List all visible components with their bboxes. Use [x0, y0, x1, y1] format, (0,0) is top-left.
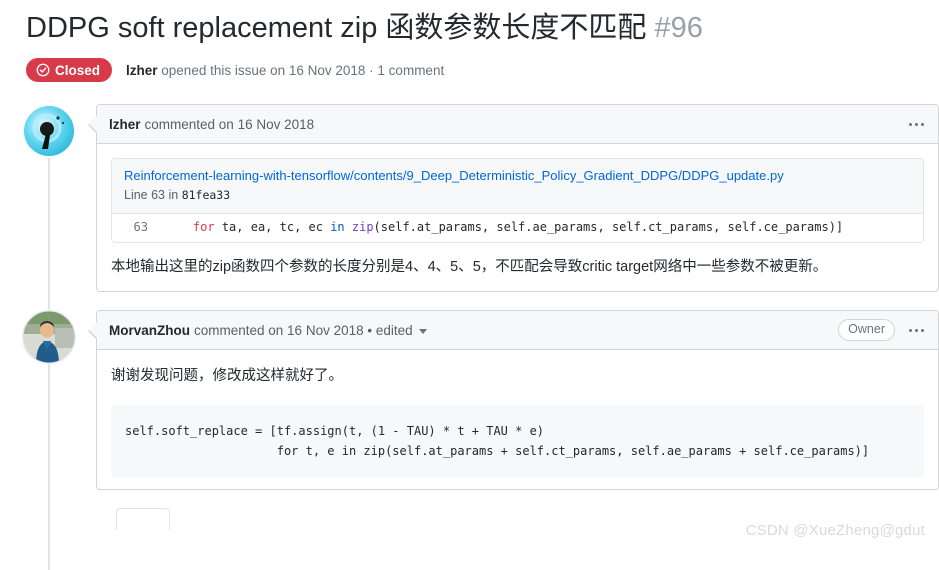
comment-item: lzher commented on 16 Nov 2018 Reinforce…: [22, 104, 939, 293]
code-token-args: (self.at_params, self.ae_params, self.ct…: [373, 219, 844, 234]
code-reference-snippet: Reinforcement-learning-with-tensorflow/c…: [111, 158, 924, 243]
code-line-number: 63: [133, 219, 148, 234]
comment-author-link[interactable]: lzher: [109, 117, 141, 132]
comment-box: lzher commented on 16 Nov 2018 Reinforce…: [88, 104, 939, 293]
status-badge-label: Closed: [55, 62, 101, 78]
status-badge: Closed: [26, 58, 113, 83]
avatar-image-morvanzhou: [22, 310, 76, 364]
comment-box: MorvanZhou commented on 16 Nov 2018 • ed…: [88, 310, 939, 490]
avatar[interactable]: [22, 310, 76, 365]
check-circle-icon: [36, 63, 50, 77]
comment-timestamp: commented on 16 Nov 2018: [144, 116, 315, 132]
code-reference-lines: 63 for ta, ea, tc, ec in zip(self.at_par…: [112, 213, 923, 242]
owner-badge: Owner: [838, 319, 895, 342]
comment-body: Reinforcement-learning-with-tensorflow/c…: [97, 144, 938, 291]
chevron-down-icon[interactable]: [418, 328, 427, 334]
code-token-keyword-in: in: [330, 219, 345, 234]
avatar-image-lzher: [22, 104, 76, 159]
issue-number: #96: [654, 12, 703, 44]
code-token-vars: ta, ea, tc, ec: [214, 219, 331, 234]
code-reference-header: Reinforcement-learning-with-tensorflow/c…: [112, 159, 923, 214]
code-block: self.soft_replace = [tf.assign(t, (1 - T…: [111, 404, 924, 477]
issue-meta: lzher opened this issue on 16 Nov 2018 ·…: [126, 63, 444, 78]
comment-item: MorvanZhou commented on 16 Nov 2018 • ed…: [22, 310, 939, 490]
issue-subhead: Closed lzher opened this issue on 16 Nov…: [26, 58, 939, 83]
comment-timeline: lzher commented on 16 Nov 2018 Reinforce…: [0, 104, 939, 570]
issue-meta-text: opened this issue on 16 Nov 2018 · 1 com…: [157, 62, 445, 78]
code-reference-path-link[interactable]: Reinforcement-learning-with-tensorflow/c…: [124, 167, 911, 185]
code-reference-sha[interactable]: 81fea33: [182, 188, 230, 202]
avatar[interactable]: [22, 104, 76, 159]
comment-header: lzher commented on 16 Nov 2018: [97, 105, 938, 145]
comment-body: 谢谢发现问题，修改成这样就好了。 self.soft_replace = [tf…: [97, 350, 938, 489]
issue-header: DDPG soft replacement zip 函数参数长度不匹配 #96 …: [0, 0, 939, 83]
code-line-source: for ta, ea, tc, ec in zip(self.at_params…: [160, 218, 843, 237]
comment-text: 谢谢发现问题，修改成这样就好了。: [111, 368, 343, 385]
code-line: 63 for ta, ea, tc, ec in zip(self.at_par…: [112, 218, 923, 237]
page-title: DDPG soft replacement zip 函数参数长度不匹配 #96: [26, 10, 939, 46]
code-reference-line-info: Line 63 in 81fea33: [124, 187, 911, 204]
issue-title-text: DDPG soft replacement zip 函数参数长度不匹配: [26, 12, 647, 44]
issue-author-link[interactable]: lzher: [126, 63, 158, 78]
comment-options-kebab-icon[interactable]: [907, 325, 926, 336]
code-token-fn-zip: zip: [344, 219, 374, 234]
comment-options-kebab-icon[interactable]: [907, 119, 926, 130]
comment-header: MorvanZhou commented on 16 Nov 2018 • ed…: [97, 311, 938, 351]
comment-author-link[interactable]: MorvanZhou: [109, 323, 190, 338]
comment-timestamp: commented on 16 Nov 2018 • edited: [194, 322, 413, 338]
code-token-keyword-for: for: [192, 219, 215, 234]
code-reference-line-label: Line 63 in: [124, 187, 182, 202]
comment-text: 本地输出这里的zip函数四个参数的长度分别是4、4、5、5，不匹配会导致crit…: [111, 258, 828, 275]
reaction-button[interactable]: [116, 507, 170, 530]
